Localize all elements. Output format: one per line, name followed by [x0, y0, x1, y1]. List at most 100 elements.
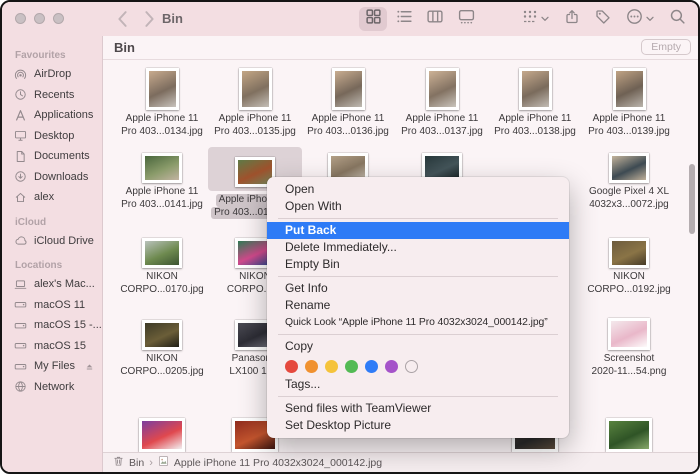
column-view-button[interactable] [421, 7, 449, 31]
search-icon [669, 8, 686, 30]
tag-color-dot[interactable] [305, 360, 318, 373]
sidebar-item-alex-s-mac[interactable]: alex's Mac... [2, 274, 102, 295]
menu-item-quick-look-apple-iphone-11-pro-4032x3024-000142-jpg[interactable]: Quick Look “Apple iPhone 11 Pro 4032x302… [267, 314, 569, 331]
file-item[interactable]: NIKONCORPO...0205.jpg [115, 314, 209, 378]
list-view-button[interactable] [390, 7, 418, 31]
sidebar-item-label: Documents [34, 150, 90, 162]
menu-item-delete-immediately[interactable]: Delete Immediately... [267, 239, 569, 256]
back-icon[interactable] [115, 9, 130, 29]
file-thumbnail [239, 68, 272, 110]
file-thumbnail-frame [582, 147, 676, 183]
minimize-button[interactable] [34, 13, 45, 24]
photo-preview [145, 156, 179, 180]
file-item[interactable]: Apple iPhone 11Pro 403...0139.jpg [582, 64, 676, 138]
status-bar: Bin › Apple iPhone 11 Pro 4032x3024_000142… [103, 452, 698, 472]
file-item[interactable]: Apple iPhone 11Pro 403...0136.jpg [301, 64, 395, 138]
empty-bin-button[interactable]: Empty [641, 39, 691, 55]
sidebar-item-my-files[interactable]: My Files [2, 356, 102, 377]
file-name-line1: Apple iPhone 11 [593, 113, 666, 126]
file-thumbnail [142, 320, 182, 350]
menu-item-copy[interactable]: Copy [267, 338, 569, 355]
file-thumbnail-frame [115, 410, 209, 452]
more-actions-icon [626, 8, 643, 30]
file-item[interactable]: Apple iPhone 11Pro 403...0134.jpg [115, 64, 209, 138]
column-view-icon [426, 8, 444, 30]
file-name-line1: Apple iPhone 11 [499, 113, 572, 126]
eject-icon[interactable] [85, 362, 94, 371]
menu-item-rename[interactable]: Rename [267, 297, 569, 314]
sidebar-item-label: AirDrop [34, 68, 71, 80]
file-name-line2: Pro 403...0134.jpg [121, 126, 203, 139]
file-name-line1: NIKON [146, 353, 178, 366]
tag-color-none[interactable] [405, 360, 418, 373]
sidebar-item-airdrop[interactable]: AirDrop [2, 64, 102, 85]
file-item[interactable]: Apple iPhone 11Pro 403...0137.jpg [395, 64, 489, 138]
file-item[interactable]: Google Pixel 4 XL4032x3...0072.jpg [582, 147, 676, 211]
network-icon [14, 380, 28, 393]
sidebar-item-macos-15[interactable]: macOS 15 [2, 336, 102, 357]
menu-item-empty-bin[interactable]: Empty Bin [267, 256, 569, 273]
file-name-line1: NIKON [146, 271, 178, 284]
tag-color-dot[interactable] [325, 360, 338, 373]
gallery-view-button[interactable] [452, 7, 480, 31]
menu-item-put-back[interactable]: Put Back [267, 222, 569, 239]
file-item[interactable]: Screenshot2020-11...54.png [582, 314, 676, 378]
titlebar: Bin [2, 2, 698, 36]
forward-icon[interactable] [142, 9, 157, 29]
sidebar: FavouritesAirDropRecentsApplicationsDesk… [2, 36, 103, 472]
sidebar-item-alex[interactable]: alex [2, 187, 102, 208]
applications-icon [14, 109, 28, 122]
file-item[interactable]: NIKONCORPO...0170.jpg [115, 232, 209, 296]
breadcrumb-separator: › [149, 457, 153, 469]
zoom-button[interactable] [53, 13, 64, 24]
menu-item-get-info[interactable]: Get Info [267, 280, 569, 297]
sidebar-item-applications[interactable]: Applications [2, 105, 102, 126]
tag-color-row [267, 355, 569, 376]
file-name: Apple iPhone 11Pro 403...0139.jpg [582, 113, 676, 138]
menu-item-open[interactable]: Open [267, 181, 569, 198]
sidebar-item-label: alex's Mac... [34, 278, 95, 290]
icon-view-button[interactable] [359, 7, 387, 31]
tag-button[interactable] [595, 7, 611, 31]
group-by-button[interactable] [522, 7, 549, 31]
breadcrumb-folder[interactable]: Bin [129, 457, 144, 469]
sidebar-item-icloud-drive[interactable]: iCloud Drive [2, 231, 102, 252]
sidebar-item-macos-11[interactable]: macOS 11 [2, 295, 102, 316]
file-item[interactable] [582, 410, 676, 452]
file-item[interactable]: Apple iPhone 11Pro 403...0138.jpg [488, 64, 582, 138]
file-thumbnail [609, 153, 649, 183]
file-item[interactable] [115, 410, 209, 452]
sidebar-item-downloads[interactable]: Downloads [2, 167, 102, 188]
file-name-line2: Pro 403...0137.jpg [401, 126, 483, 139]
file-thumbnail [142, 153, 182, 183]
tag-color-dot[interactable] [385, 360, 398, 373]
menu-item-send-files-with-teamviewer[interactable]: Send files with TeamViewer [267, 400, 569, 417]
file-item[interactable]: Apple iPhone 11Pro 403...0141.jpg [115, 147, 209, 211]
menu-item-open-with[interactable]: Open With [267, 198, 569, 215]
tag-color-dot[interactable] [345, 360, 358, 373]
sidebar-item-recents[interactable]: Recents [2, 85, 102, 106]
sidebar-item-label: Recents [34, 89, 74, 101]
sidebar-item-label: alex [34, 191, 54, 203]
close-button[interactable] [15, 13, 26, 24]
file-item[interactable]: NIKONCORPO...0192.jpg [582, 232, 676, 296]
search-button[interactable] [669, 7, 686, 31]
share-button[interactable] [564, 7, 580, 31]
file-item[interactable]: Apple iPhone 11Pro 403...0135.jpg [208, 64, 302, 138]
sidebar-item-documents[interactable]: Documents [2, 146, 102, 167]
tag-color-dot[interactable] [365, 360, 378, 373]
more-actions-button[interactable] [626, 7, 654, 31]
context-menu: OpenOpen With Put BackDelete Immediately.… [267, 177, 569, 438]
photo-preview [429, 71, 456, 107]
image-file-icon [158, 455, 169, 470]
sidebar-item-network[interactable]: Network [2, 377, 102, 398]
sidebar-item-desktop[interactable]: Desktop [2, 126, 102, 147]
sidebar-item-macos-15[interactable]: macOS 15 -... [2, 315, 102, 336]
sidebar-item-label: My Files [34, 360, 75, 372]
tag-color-dot[interactable] [285, 360, 298, 373]
menu-item-tags[interactable]: Tags... [267, 376, 569, 393]
file-name-line1: Google Pixel 4 XL [589, 186, 669, 199]
breadcrumb-file[interactable]: Apple iPhone 11 Pro 4032x3024_000142.jpg [174, 457, 382, 469]
vertical-scrollbar[interactable] [689, 164, 695, 234]
menu-item-set-desktop-picture[interactable]: Set Desktop Picture [267, 417, 569, 434]
